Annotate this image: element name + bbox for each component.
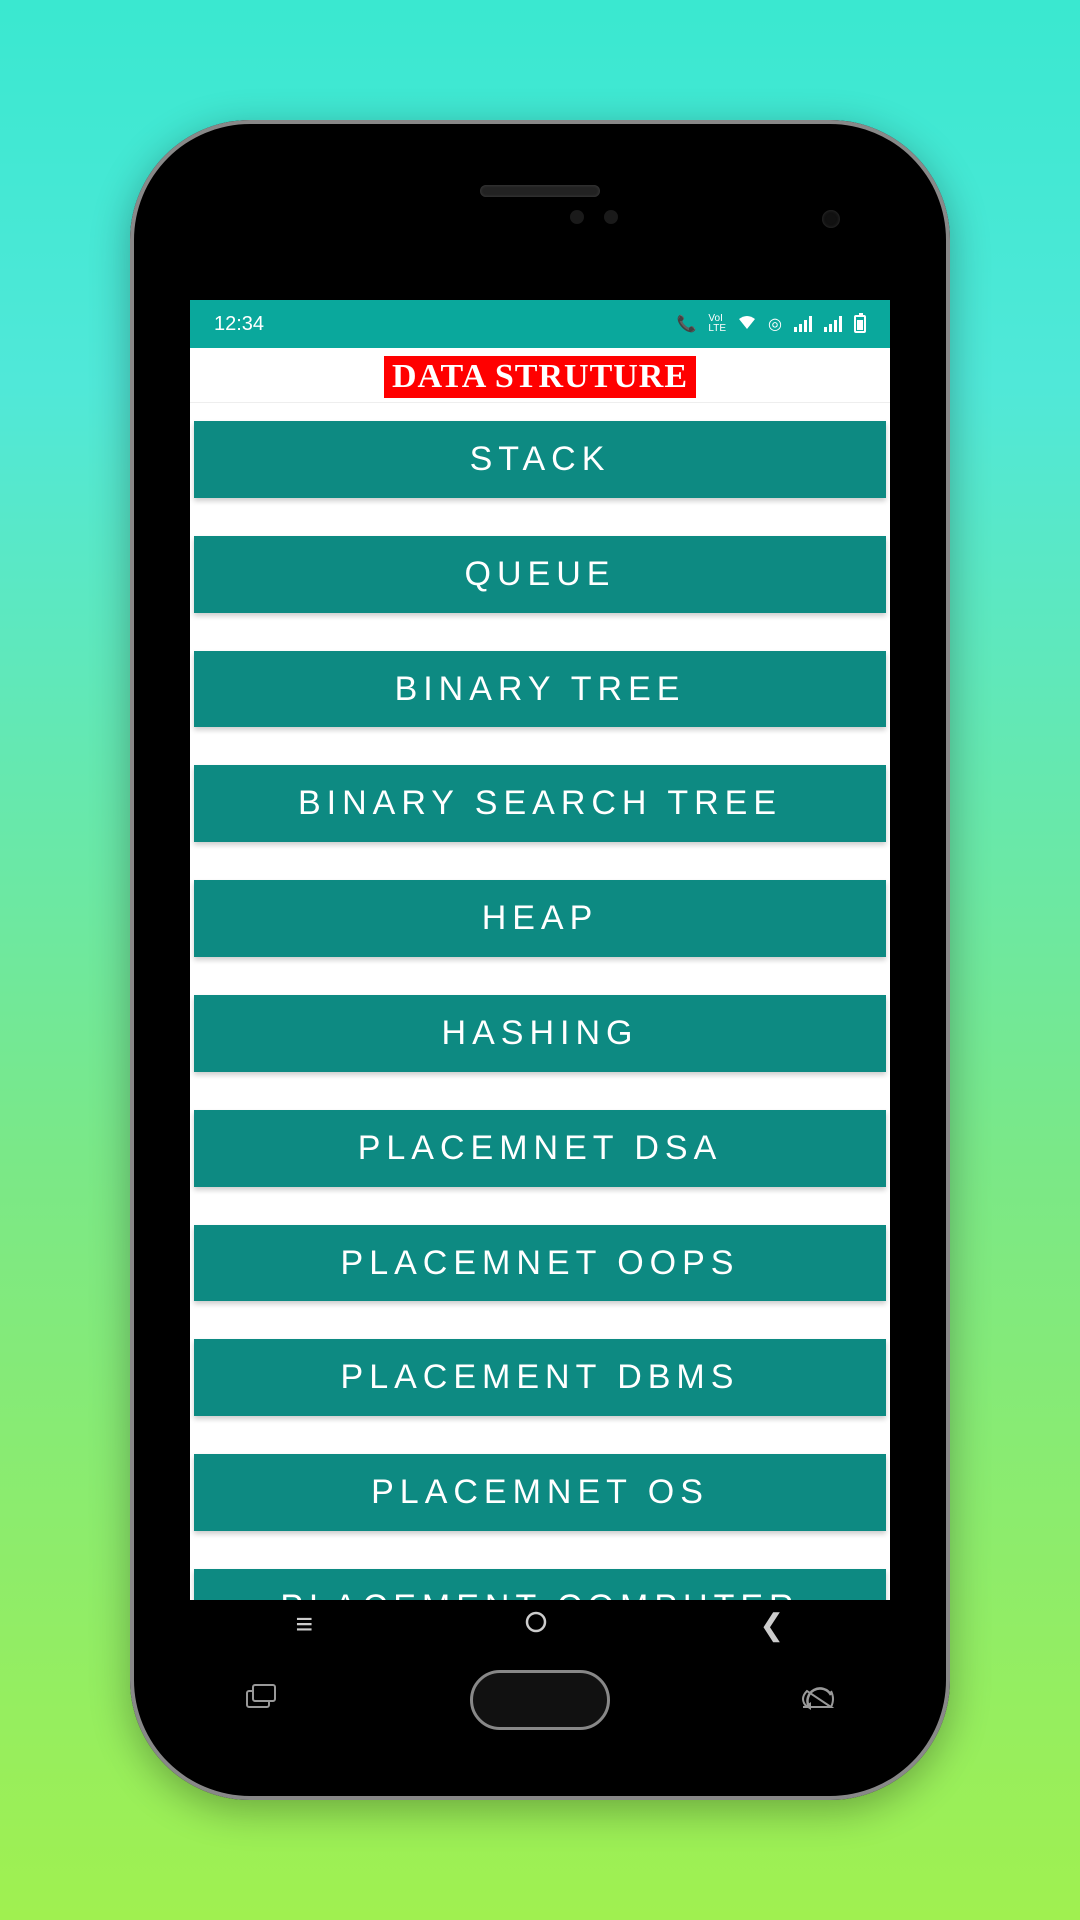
phone-sensors	[570, 210, 618, 224]
phone-camera	[822, 210, 840, 228]
list-item-heap[interactable]: HEAP	[194, 880, 886, 957]
list-item-binary-search-tree[interactable]: BINARY SEARCH TREE	[194, 765, 886, 842]
signal-icon-2	[824, 316, 842, 332]
list-item-placement-os[interactable]: PLACEMNET OS	[194, 1454, 886, 1531]
back-button-soft[interactable]: ❮	[759, 1608, 784, 1643]
list-item-placement-dbms[interactable]: PLACEMENT DBMS	[194, 1339, 886, 1416]
phone-call-icon: 📞	[677, 314, 697, 334]
recent-apps-button[interactable]: ≡	[296, 1608, 314, 1642]
status-bar: 12:34 📞 VoILTE ◎	[190, 300, 890, 348]
list-item-stack[interactable]: STACK	[194, 421, 886, 498]
phone-speaker	[480, 185, 600, 197]
header: DATA STRUTURE	[190, 348, 890, 403]
home-button-soft[interactable]	[524, 1608, 548, 1642]
hardware-buttons	[150, 1660, 930, 1740]
soft-nav-bar: ≡ ❮	[190, 1600, 890, 1650]
status-time: 12:34	[214, 313, 264, 336]
signal-icon	[794, 316, 812, 332]
status-icons: 📞 VoILTE ◎	[677, 314, 867, 334]
volte-icon: VoILTE	[708, 314, 726, 334]
phone-inner: 12:34 📞 VoILTE ◎ DATA STRUTURE STACK	[150, 140, 930, 1780]
hw-recent-button[interactable]	[245, 1682, 279, 1719]
topic-list: STACK QUEUE BINARY TREE BINARY SEARCH TR…	[190, 403, 890, 1610]
screen: 12:34 📞 VoILTE ◎ DATA STRUTURE STACK	[190, 300, 890, 1610]
wifi-icon	[738, 315, 756, 334]
list-item-placement-dsa[interactable]: PLACEMNET DSA	[194, 1110, 886, 1187]
hw-back-button[interactable]	[801, 1682, 835, 1719]
phone-frame: 12:34 📞 VoILTE ◎ DATA STRUTURE STACK	[130, 120, 950, 1800]
list-item-queue[interactable]: QUEUE	[194, 536, 886, 613]
list-item-binary-tree[interactable]: BINARY TREE	[194, 651, 886, 728]
list-item-hashing[interactable]: HASHING	[194, 995, 886, 1072]
list-item-placement-oops[interactable]: PLACEMNET OOPS	[194, 1225, 886, 1302]
battery-icon	[854, 315, 866, 333]
hotspot-icon: ◎	[768, 314, 782, 334]
hw-home-button[interactable]	[470, 1670, 610, 1730]
page-title: DATA STRUTURE	[384, 356, 696, 398]
